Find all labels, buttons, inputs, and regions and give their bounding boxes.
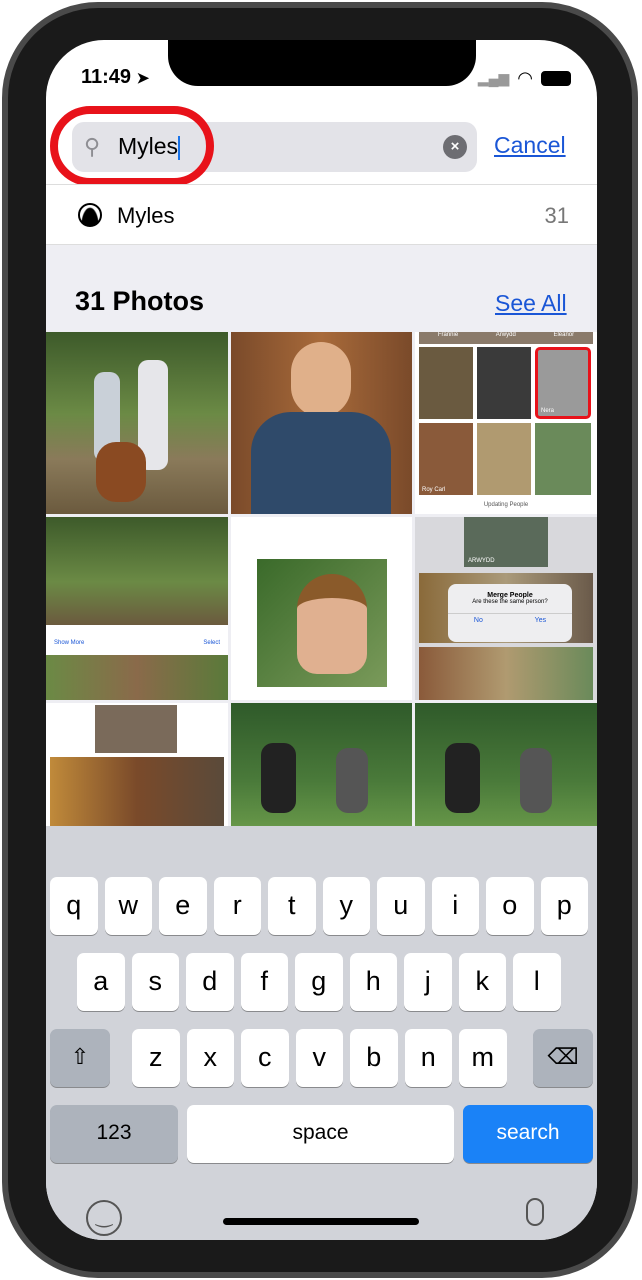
notch [168,40,476,86]
key-g[interactable]: g [295,953,343,1011]
photo-thumbnail[interactable] [231,517,412,700]
delete-key[interactable]: ⌫ [533,1029,593,1087]
key-w[interactable]: w [104,877,152,935]
status-icons: ▂▄▆ ◠ [478,68,571,89]
key-x[interactable]: x [186,1029,234,1087]
wifi-icon: ◠ [517,68,533,88]
search-key[interactable]: search [463,1105,593,1163]
suggestion-count: 31 [544,203,569,228]
photo-thumbnail[interactable] [231,332,412,514]
face [297,574,367,674]
key-f[interactable]: f [240,953,288,1011]
key-j[interactable]: j [404,953,452,1011]
key-a[interactable]: a [77,953,125,1011]
see-all-link[interactable]: See All [495,290,567,317]
time: 11:49 [81,66,132,88]
updating-text: Updating People [483,502,529,508]
no: No [473,617,483,624]
person-thumb: Roy Carl [419,423,473,495]
goat-figure [96,442,146,502]
key-s[interactable]: s [131,953,179,1011]
key-e[interactable]: e [159,877,207,935]
key-t[interactable]: t [268,877,316,935]
microphone-icon[interactable] [526,1198,544,1226]
photo [257,559,387,687]
key-r[interactable]: r [213,877,261,935]
photo-strip [46,655,228,700]
key-i[interactable]: i [431,877,479,935]
key-z[interactable]: z [132,1029,180,1087]
show-more: Show More [54,640,85,646]
yes: Yes [534,617,547,624]
person-figure [336,748,368,813]
person-row [419,647,593,700]
photo-thumbnail[interactable] [231,703,412,833]
person-row [50,757,224,833]
people-merge-screenshot[interactable]: ARWYDD Merge People Are these the same p… [415,517,597,700]
person-thumb [95,705,177,753]
clear-icon[interactable]: × [443,135,467,159]
person-figure [520,748,552,813]
key-h[interactable]: h [349,953,397,1011]
person-thumb-highlighted: Nera [535,347,591,419]
key-y[interactable]: y [322,877,370,935]
home-indicator[interactable] [223,1218,419,1225]
merge-question: Are these the same person? [472,599,548,605]
cancel-button[interactable]: Cancel [494,132,566,159]
suggestion-label: Myles [117,203,175,228]
person-figure [261,743,296,813]
key-k[interactable]: k [458,953,506,1011]
key-l[interactable]: l [513,953,561,1011]
person-thumb [535,423,591,495]
suggestion-row-myles[interactable]: Myles 31 [46,184,597,245]
person-thumb [419,347,473,419]
photo [46,517,228,625]
key-u[interactable]: u [377,877,425,935]
status-time: 11:49 ➤ [81,66,149,89]
key-p[interactable]: p [540,877,588,935]
key-q[interactable]: q [50,877,98,935]
photo-thumbnail[interactable]: Show More Select [46,517,228,700]
key-o[interactable]: o [486,877,534,935]
section-title: 31 Photos [75,286,205,316]
numbers-key[interactable]: 123 [50,1105,178,1163]
photo-thumbnail[interactable] [46,703,228,833]
name-strip: Frannie Arwydd Eleanor [419,332,593,344]
person-figure [445,743,480,813]
battery-icon [541,71,571,86]
highlight-circle [50,106,214,186]
key-n[interactable]: n [404,1029,452,1087]
key-d[interactable]: d [186,953,234,1011]
photo-thumbnail[interactable] [415,703,597,833]
person-icon [78,203,102,227]
emoji-icon[interactable]: ‿ [86,1200,122,1236]
space-key[interactable]: space [187,1105,454,1163]
person-thumb: ARWYDD [464,517,548,567]
key-m[interactable]: m [459,1029,507,1087]
screen: 11:49 ➤ ▂▄▆ ◠ ⚲ Myles × Cancel Myles 31 … [46,40,597,1240]
people-album-screenshot[interactable]: Frannie Arwydd Eleanor Nera Roy Carl Updat… [415,332,597,514]
key-v[interactable]: v [295,1029,343,1087]
key-b[interactable]: b [350,1029,398,1087]
person-thumb [477,423,531,495]
face [291,342,351,417]
signal-icon: ▂▄▆ [477,70,510,86]
key-c[interactable]: c [241,1029,289,1087]
select: Select [203,640,220,646]
person-thumb [477,347,531,419]
shift-key[interactable]: ⇧ [50,1029,110,1087]
merge-dialog: Merge People Are these the same person? … [448,584,572,642]
location-icon: ➤ [136,70,150,87]
keyboard: qwertyuiop asdfghjkl zxcvbnm ⇧ ⌫ 123 spa… [46,826,597,1240]
merge-title: Merge People [487,592,533,599]
photo-thumbnail[interactable] [46,332,228,514]
hoodie [251,412,391,514]
